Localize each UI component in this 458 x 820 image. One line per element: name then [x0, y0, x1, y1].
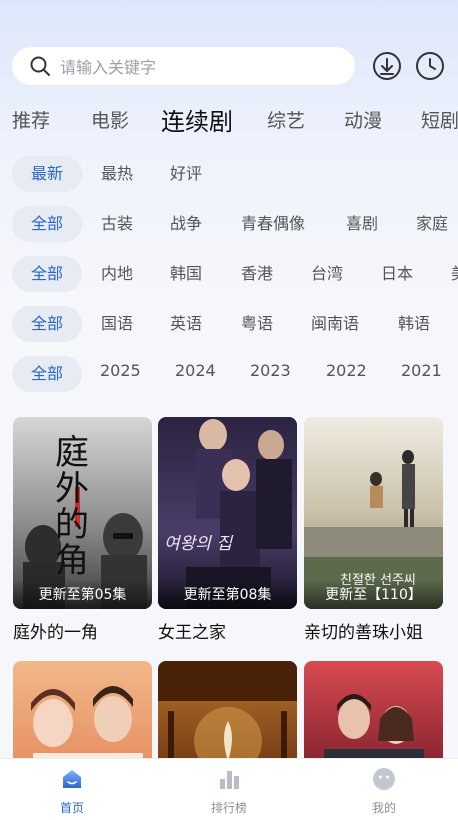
filter-sort-row: 最新 最热 好评 — [12, 156, 458, 192]
filter-year-item[interactable]: 2021 — [401, 356, 442, 389]
tab-variety[interactable]: 综艺 — [267, 106, 305, 133]
nav-ranking[interactable]: 排行榜 — [189, 767, 269, 816]
filter-language-item[interactable]: 英语 — [170, 306, 202, 342]
nav-ranking-label: 排行榜 — [210, 801, 247, 815]
bottom-nav: 首页 排行榜 我的 — [0, 758, 458, 820]
search-placeholder: 请输入关键字 — [60, 58, 157, 77]
download-icon[interactable] — [372, 51, 402, 81]
filter-genre-item[interactable]: 家庭 — [416, 206, 448, 242]
filter-genre-row: 全部 古装 战争 青春偶像 喜剧 家庭 犯 — [12, 206, 458, 242]
poster-title-art: 庭外的角 — [55, 433, 89, 581]
filter-region-item[interactable]: 香港 — [241, 256, 273, 292]
category-tabs: 推荐 电影 连续剧 综艺 动漫 短剧 — [0, 100, 458, 140]
filter-region-item[interactable]: 美 — [451, 256, 458, 292]
poster-title-art: 여왕의 집 — [164, 534, 232, 554]
card-title[interactable]: 女王之家 — [158, 618, 297, 643]
video-card[interactable]: 친절한 선주씨 更新至【110】 亲切的善珠小姐 — [304, 417, 443, 643]
filter-genre-item[interactable]: 青春偶像 — [241, 206, 305, 242]
filter-sort-rating[interactable]: 好评 — [170, 156, 202, 192]
search-input[interactable]: 请输入关键字 — [12, 47, 355, 85]
filter-year-item[interactable]: 2023 — [250, 356, 291, 389]
filter-region-item[interactable]: 台湾 — [311, 256, 343, 292]
update-status: 更新至【110】 — [304, 579, 443, 609]
filter-year-all[interactable]: 全部 — [12, 356, 82, 392]
video-card[interactable]: 여왕의 집 更新至第08集 女王之家 — [158, 417, 297, 643]
rank-icon — [220, 771, 239, 789]
poster-image[interactable]: 친절한 선주씨 更新至【110】 — [304, 417, 443, 609]
filter-year-row: 全部 2025 2024 2023 2022 2021 — [12, 356, 458, 392]
tab-anime[interactable]: 动漫 — [344, 106, 382, 133]
filter-region-item[interactable]: 韩国 — [170, 256, 202, 292]
tab-recommend[interactable]: 推荐 — [12, 106, 50, 133]
search-icon — [30, 56, 50, 76]
home-icon — [63, 770, 81, 788]
nav-profile[interactable]: 我的 — [344, 767, 424, 816]
filter-region-item[interactable]: 内地 — [101, 256, 133, 292]
search-row: 请输入关键字 — [12, 46, 446, 86]
tab-series[interactable]: 连续剧 — [161, 102, 233, 137]
filter-year-item[interactable]: 2022 — [326, 356, 367, 389]
filter-region-row: 全部 内地 韩国 香港 台湾 日本 美 — [12, 256, 458, 292]
nav-home[interactable]: 首页 — [32, 767, 112, 816]
filter-language-row: 全部 国语 英语 粤语 闽南语 韩语 — [12, 306, 458, 342]
poster-image[interactable]: 庭外的角 更新至第05集 — [13, 417, 152, 609]
tab-short[interactable]: 短剧 — [421, 106, 458, 133]
tab-movie[interactable]: 电影 — [91, 106, 129, 133]
filter-language-item[interactable]: 韩语 — [398, 306, 430, 342]
card-title[interactable]: 亲切的善珠小姐 — [304, 618, 443, 643]
filter-genre-all[interactable]: 全部 — [12, 206, 82, 242]
filter-genre-item[interactable]: 喜剧 — [346, 206, 378, 242]
card-title[interactable]: 庭外的一角 — [13, 618, 152, 643]
filter-language-item[interactable]: 粤语 — [241, 306, 273, 342]
video-card[interactable]: 庭外的角 更新至第05集 庭外的一角 — [13, 417, 152, 643]
filter-year-item[interactable]: 2025 — [100, 356, 141, 389]
poster-image[interactable]: 여왕의 집 更新至第08集 — [158, 417, 297, 609]
history-icon[interactable] — [415, 51, 445, 81]
filter-sort-hottest[interactable]: 最热 — [101, 156, 133, 192]
filter-region-item[interactable]: 日本 — [381, 256, 413, 292]
nav-profile-label: 我的 — [371, 801, 396, 815]
filter-language-item[interactable]: 闽南语 — [311, 306, 359, 342]
filter-language-all[interactable]: 全部 — [12, 306, 82, 342]
nav-home-label: 首页 — [59, 801, 84, 815]
update-status: 更新至第08集 — [158, 579, 297, 609]
update-status: 更新至第05集 — [13, 579, 152, 609]
profile-icon — [373, 768, 395, 790]
filter-year-item[interactable]: 2024 — [175, 356, 216, 389]
filter-sort-newest[interactable]: 最新 — [12, 156, 82, 192]
filter-region-all[interactable]: 全部 — [12, 256, 82, 292]
filter-language-item[interactable]: 国语 — [101, 306, 133, 342]
filter-genre-item[interactable]: 战争 — [170, 206, 202, 242]
filter-genre-item[interactable]: 古装 — [101, 206, 133, 242]
